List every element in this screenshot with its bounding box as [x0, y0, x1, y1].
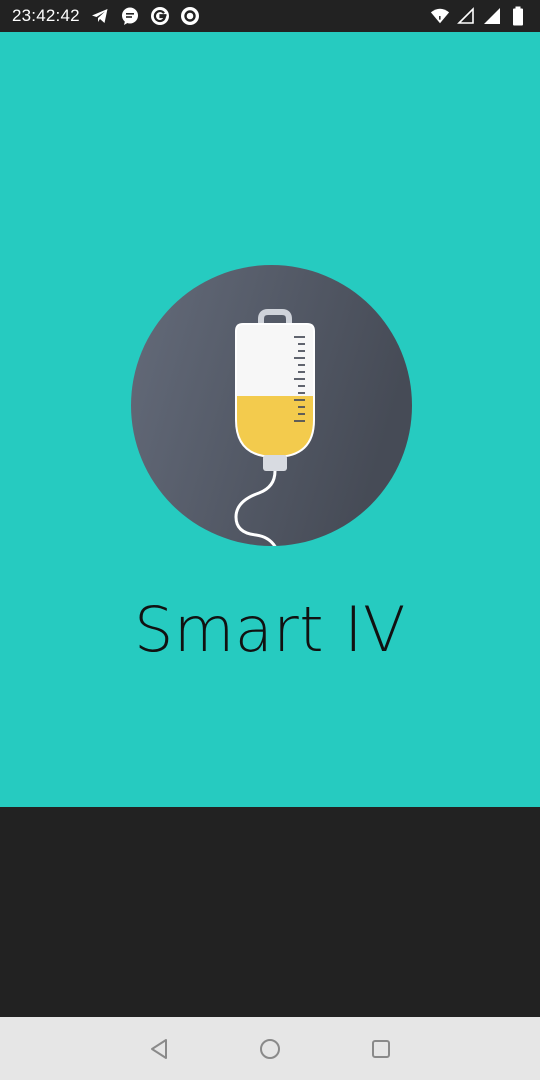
wifi-icon: [430, 6, 450, 26]
recents-icon[interactable]: [368, 1036, 394, 1062]
signal-full-icon: [482, 6, 502, 26]
back-icon[interactable]: [146, 1036, 172, 1062]
g-circle-icon: [150, 6, 170, 26]
home-icon[interactable]: [257, 1036, 283, 1062]
status-right: [430, 6, 528, 26]
status-left: 23:42:42: [12, 6, 200, 26]
navigation-bar: [0, 1017, 540, 1080]
app-name: Smart IV: [134, 593, 406, 666]
chat-bubble-icon: [120, 6, 140, 26]
battery-icon: [508, 6, 528, 26]
telegram-icon: [90, 6, 110, 26]
status-time: 23:42:42: [12, 6, 80, 25]
splash-screen: Smart IV: [0, 32, 540, 807]
status-bar: 23:42:42: [0, 0, 540, 32]
ring-icon: [180, 6, 200, 26]
signal-empty-icon: [456, 6, 476, 26]
empty-dark-area: [0, 807, 540, 1017]
iv-bag-icon: [131, 265, 412, 546]
